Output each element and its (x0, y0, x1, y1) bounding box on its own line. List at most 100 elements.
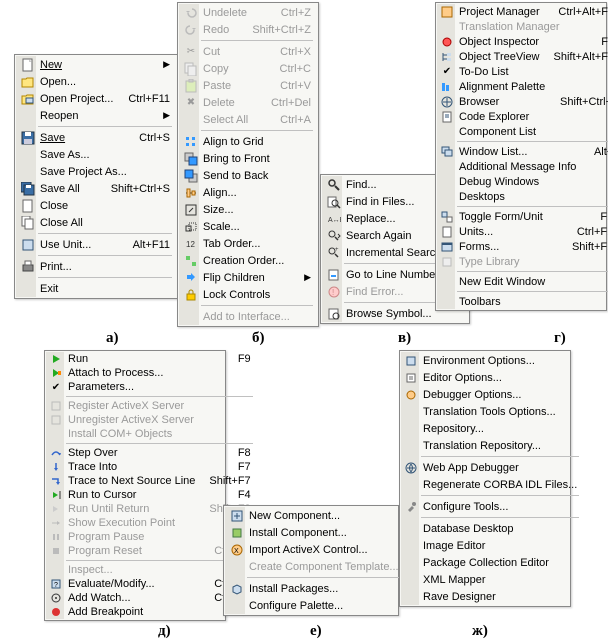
item-rave-designer[interactable]: Rave Designer (421, 588, 581, 605)
item-step-over[interactable]: Step OverF8 (66, 446, 255, 460)
item-register-ax[interactable]: Register ActiveX Server (66, 399, 255, 413)
install-packages-icon (228, 581, 246, 597)
svg-text:?: ? (54, 582, 58, 589)
item-delete[interactable]: ✖ Delete Ctrl+Del (201, 94, 315, 111)
item-run[interactable]: RunF9 (66, 352, 255, 366)
undo-icon (182, 5, 200, 21)
item-flip-children[interactable]: Flip Children▶ (201, 269, 315, 286)
item-cut[interactable]: ✂ Cut Ctrl+X (201, 43, 315, 60)
item-new-edit-window[interactable]: New Edit Window (457, 274, 608, 289)
item-browser[interactable]: BrowserShift+Ctrl+B (457, 94, 608, 109)
item-save-as[interactable]: Save As... (38, 146, 174, 163)
item-bring-front[interactable]: Bring to Front (201, 150, 315, 167)
treeview-icon (438, 49, 456, 65)
item-reopen[interactable]: Reopen ▶ (38, 107, 174, 124)
item-component-list[interactable]: Component List (457, 124, 608, 139)
svg-text:12: 12 (186, 240, 195, 249)
item-undelete[interactable]: Undelete Ctrl+Z (201, 4, 315, 21)
item-paste[interactable]: Paste Ctrl+V (201, 77, 315, 94)
shortcut: Ctrl+Z (281, 7, 311, 19)
item-redo[interactable]: Redo Shift+Ctrl+Z (201, 21, 315, 38)
item-tab-order[interactable]: 12Tab Order... (201, 235, 315, 252)
item-lock[interactable]: Lock Controls (201, 286, 315, 303)
item-save[interactable]: Save Ctrl+S (38, 129, 174, 146)
item-creation-order[interactable]: Creation Order... (201, 252, 315, 269)
editor-options-icon (402, 370, 420, 386)
item-print[interactable]: Print... (38, 258, 174, 275)
item-code-explorer[interactable]: Code Explorer (457, 109, 608, 124)
new-icon (19, 57, 37, 73)
item-regen-corba[interactable]: Regenerate CORBA IDL Files... (421, 476, 581, 493)
item-desktops[interactable]: Desktops▶ (457, 189, 608, 204)
item-exit[interactable]: Exit (38, 280, 174, 297)
item-translation-manager[interactable]: Translation Manager (457, 19, 608, 34)
item-web-app[interactable]: Web App Debugger (421, 459, 581, 476)
item-close-all[interactable]: Close All (38, 214, 174, 231)
item-size[interactable]: Size... (201, 201, 315, 218)
item-forms[interactable]: Forms...Shift+F12 (457, 239, 608, 254)
item-units[interactable]: Units...Ctrl+F12 (457, 224, 608, 239)
item-send-back[interactable]: Send to Back (201, 167, 315, 184)
caption-zh: ж) (472, 623, 488, 640)
item-object-treeview[interactable]: Object TreeViewShift+Alt+F11 (457, 49, 608, 64)
item-project-manager[interactable]: Project ManagerCtrl+Alt+F11 (457, 4, 608, 19)
item-repository[interactable]: Repository... (421, 420, 581, 437)
item-save-all[interactable]: Save All Shift+Ctrl+S (38, 180, 174, 197)
item-open-project[interactable]: Open Project... Ctrl+F11 (38, 90, 174, 107)
item-configure-tools[interactable]: Configure Tools... (421, 498, 581, 515)
item-env-options[interactable]: Environment Options... (421, 352, 581, 369)
item-translation-repo[interactable]: Translation Repository... (421, 437, 581, 454)
label: Redo (203, 24, 238, 36)
item-select-all[interactable]: Select All Ctrl+A (201, 111, 315, 128)
item-align[interactable]: Align... (201, 184, 315, 201)
item-new[interactable]: New ▶ (38, 56, 174, 73)
item-object-inspector[interactable]: Object InspectorF11 (457, 34, 608, 49)
item-install-packages[interactable]: Install Packages... (247, 580, 403, 597)
item-toggle[interactable]: Toggle Form/UnitF12 (457, 209, 608, 224)
caption-v: в) (398, 330, 411, 347)
item-image-editor[interactable]: Image Editor (421, 537, 581, 554)
item-align-grid[interactable]: Align to Grid (201, 133, 315, 150)
item-save-project-as[interactable]: Save Project As... (38, 163, 174, 180)
item-db-desktop[interactable]: Database Desktop (421, 520, 581, 537)
save-all-icon (19, 181, 37, 197)
item-run-cursor[interactable]: Run to CursorF4 (66, 488, 255, 502)
close-icon (19, 198, 37, 214)
shortcut: Alt+F11 (133, 239, 170, 251)
item-scale[interactable]: Scale... (201, 218, 315, 235)
item-attach[interactable]: Attach to Process... (66, 366, 255, 380)
toggle-icon (438, 209, 456, 225)
item-create-template[interactable]: Create Component Template... (247, 558, 403, 575)
item-copy[interactable]: Copy Ctrl+C (201, 60, 315, 77)
item-toolbars[interactable]: Toolbars▶ (457, 294, 608, 309)
item-additional-msg[interactable]: Additional Message Info (457, 159, 608, 174)
item-open[interactable]: Open... (38, 73, 174, 90)
item-install-com[interactable]: Install COM+ Objects (66, 427, 255, 441)
item-debug-windows[interactable]: Debug Windows▶ (457, 174, 608, 189)
item-unregister-ax[interactable]: Unregister ActiveX Server (66, 413, 255, 427)
item-todo[interactable]: ✔To-Do List (457, 64, 608, 79)
separator (38, 126, 172, 127)
item-translation-tools[interactable]: Translation Tools Options... (421, 403, 581, 420)
params-icon: ✔ (47, 379, 65, 395)
shortcut: Ctrl+F11 (128, 93, 170, 105)
item-import-activex[interactable]: XImport ActiveX Control... (247, 541, 403, 558)
object-inspector-icon (438, 34, 456, 50)
send-back-icon (182, 168, 200, 184)
item-trace-next[interactable]: Trace to Next Source LineShift+F7 (66, 474, 255, 488)
item-add-interface[interactable]: Add to Interface... (201, 308, 315, 325)
item-xml-mapper[interactable]: XML Mapper (421, 571, 581, 588)
item-parameters[interactable]: ✔Parameters... (66, 380, 255, 394)
item-debugger-options[interactable]: Debugger Options... (421, 386, 581, 403)
item-use-unit[interactable]: Use Unit... Alt+F11 (38, 236, 174, 253)
item-pkg-collection[interactable]: Package Collection Editor (421, 554, 581, 571)
item-editor-options[interactable]: Editor Options... (421, 369, 581, 386)
item-trace-into[interactable]: Trace IntoF7 (66, 460, 255, 474)
item-alignment-palette[interactable]: Alignment Palette (457, 79, 608, 94)
item-new-component[interactable]: New Component... (247, 507, 403, 524)
item-close[interactable]: Close (38, 197, 174, 214)
item-type-library[interactable]: Type Library (457, 254, 608, 269)
item-configure-palette[interactable]: Configure Palette... (247, 597, 403, 614)
item-install-component[interactable]: Install Component... (247, 524, 403, 541)
item-window-list[interactable]: Window List...Alt+0 (457, 144, 608, 159)
